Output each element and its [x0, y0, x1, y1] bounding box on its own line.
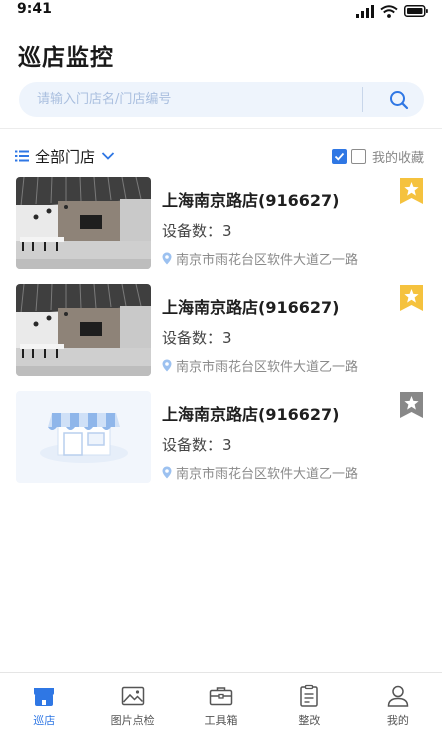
- store-address: 南京市雨花台区软件大道乙一路: [162, 463, 358, 482]
- tab-label: 我的: [386, 714, 409, 727]
- favorites-label: 我的收藏: [371, 150, 424, 166]
- store-name: 上海南京路店(916627): [162, 405, 340, 424]
- store-photo: [16, 284, 151, 376]
- favorites-checkbox[interactable]: [350, 148, 366, 164]
- status-bar: 9:41: [0, 0, 442, 24]
- store-name: 上海南京路店(916627): [162, 298, 340, 317]
- store-address: 南京市雨花台区软件大道乙一路: [162, 249, 358, 268]
- store-card[interactable]: 上海南京路店(916627) 设备数：3 南京市雨花台区软件大道乙一路: [0, 391, 442, 498]
- tab-label: 图片点检: [110, 714, 155, 727]
- store-list: 上海南京路店(916627) 设备数：3 南京市雨花台区软件大道乙一路 上海南京…: [0, 177, 442, 498]
- star-bookmark-icon: [400, 178, 423, 204]
- user-icon: [386, 684, 410, 708]
- store-filter-label: 全部门店: [35, 147, 96, 166]
- image-icon: [121, 684, 145, 708]
- favorite-star-button[interactable]: [400, 285, 423, 311]
- filter-row: 全部门店 我的收藏: [0, 143, 442, 169]
- list-icon: [15, 150, 29, 162]
- store-address: 南京市雨花台区软件大道乙一路: [162, 356, 358, 375]
- location-pin-icon: [162, 359, 172, 372]
- battery-icon: [404, 5, 428, 17]
- bottom-tab-bar: 巡店 图片点检 工具箱 整改 我的: [0, 672, 442, 735]
- device-count: 设备数：3: [162, 329, 232, 347]
- favorite-star-button[interactable]: [400, 392, 423, 418]
- store-thumbnail: [16, 284, 151, 376]
- store-icon: [32, 684, 56, 708]
- search-input[interactable]: [37, 82, 367, 117]
- signal-icon: [356, 4, 374, 18]
- search-icon: [390, 90, 409, 109]
- status-time: 9:41: [17, 1, 52, 17]
- location-pin-icon: [162, 252, 172, 265]
- star-bookmark-icon: [400, 285, 423, 311]
- status-icons: [356, 3, 428, 19]
- store-address-text: 南京市雨花台区软件大道乙一路: [176, 253, 359, 268]
- store-placeholder-icon: [16, 391, 151, 483]
- header-divider: [0, 128, 442, 129]
- tab-toolbox[interactable]: 工具箱: [177, 673, 265, 735]
- store-photo: [16, 177, 151, 269]
- location-pin-icon: [162, 466, 172, 479]
- tab-image-check[interactable]: 图片点检: [88, 673, 176, 735]
- checkmark-icon: [334, 152, 345, 161]
- favorite-star-button[interactable]: [400, 178, 423, 204]
- favorites-filter[interactable]: 我的收藏: [331, 143, 424, 169]
- star-bookmark-icon: [400, 392, 423, 418]
- tab-rectify[interactable]: 整改: [265, 673, 353, 735]
- device-count: 设备数：3: [162, 222, 232, 240]
- store-address-text: 南京市雨花台区软件大道乙一路: [176, 360, 359, 375]
- search-bar: [19, 82, 424, 117]
- wifi-icon: [380, 4, 398, 18]
- filter-checkbox-checked[interactable]: [331, 148, 347, 164]
- tab-label: 工具箱: [204, 714, 238, 727]
- store-name: 上海南京路店(916627): [162, 191, 340, 210]
- search-divider: [362, 87, 363, 112]
- device-count: 设备数：3: [162, 436, 232, 454]
- tab-patrol[interactable]: 巡店: [0, 673, 88, 735]
- chevron-down-icon: [101, 152, 115, 160]
- page-title: 巡店监控: [18, 45, 114, 71]
- store-thumbnail: [16, 391, 151, 483]
- search-button[interactable]: [374, 82, 424, 117]
- store-address-text: 南京市雨花台区软件大道乙一路: [176, 467, 359, 482]
- store-card[interactable]: 上海南京路店(916627) 设备数：3 南京市雨花台区软件大道乙一路: [0, 284, 442, 391]
- toolbox-icon: [209, 684, 233, 708]
- tab-label: 巡店: [33, 714, 56, 727]
- store-filter-dropdown[interactable]: 全部门店: [15, 143, 115, 169]
- store-card[interactable]: 上海南京路店(916627) 设备数：3 南京市雨花台区软件大道乙一路: [0, 177, 442, 284]
- clipboard-icon: [297, 684, 321, 708]
- tab-mine[interactable]: 我的: [354, 673, 442, 735]
- store-thumbnail: [16, 177, 151, 269]
- tab-label: 整改: [298, 714, 321, 727]
